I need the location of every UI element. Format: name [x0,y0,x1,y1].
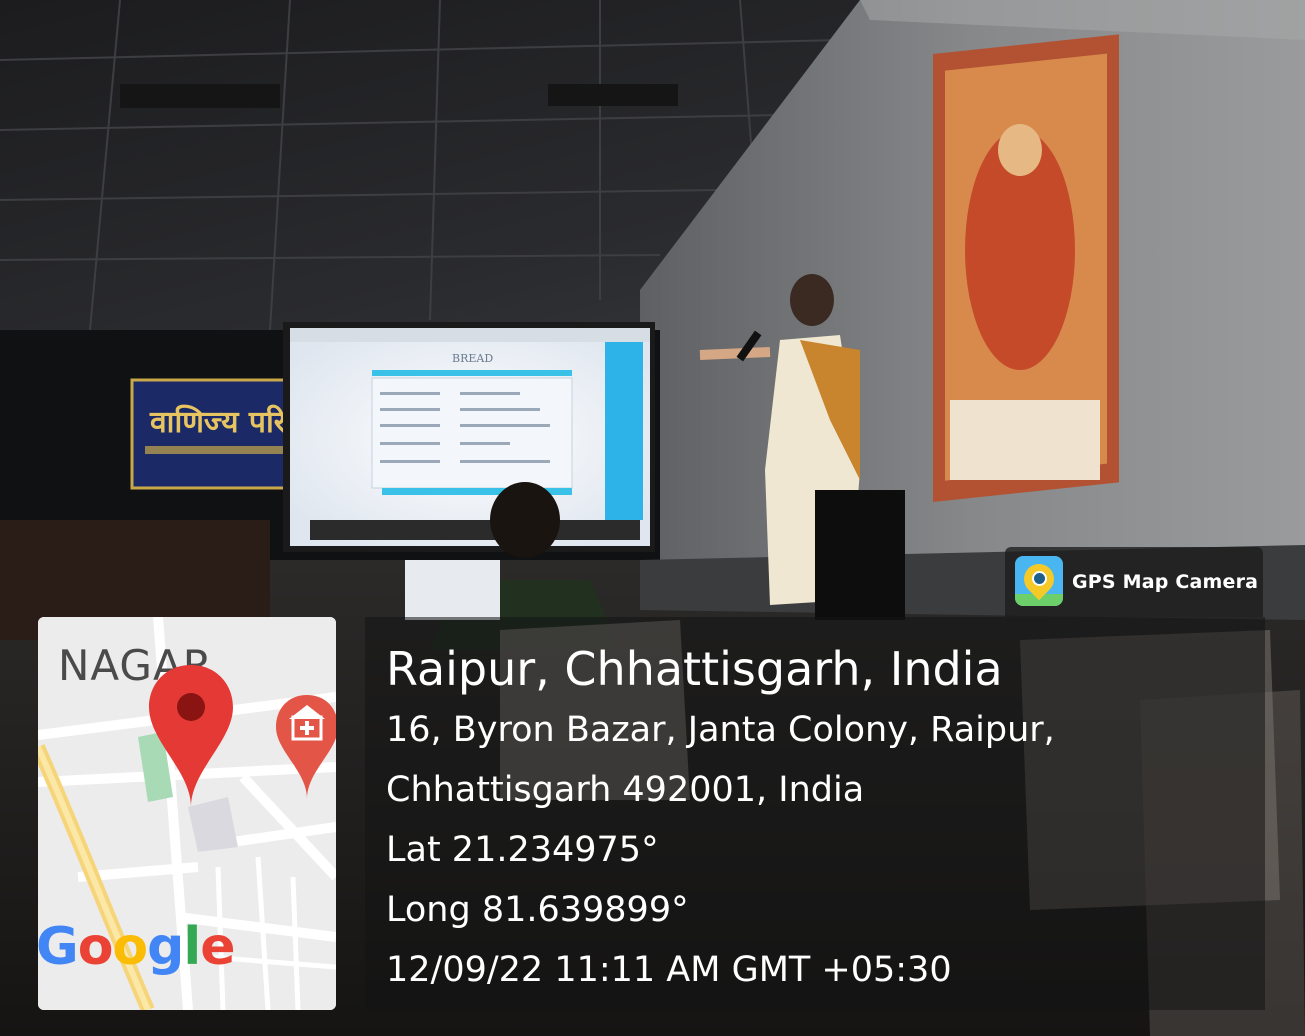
address-line-1: 16, Byron Bazar, Janta Colony, Raipur, [386,710,1055,750]
latitude: Lat 21.234975° [386,830,659,870]
google-logo-letter: o [77,917,114,977]
slide-title: BREAD [452,352,493,365]
google-logo-letter: e [200,917,235,977]
google-logo-letter: g [147,917,184,977]
banner-text: वाणिज्य परि [149,404,288,440]
timestamp: 12/09/22 11:11 AM GMT +05:30 [386,950,952,990]
map-thumbnail: NAGAR Google [38,617,336,1010]
hospital-icon [276,695,336,799]
longitude: Long 81.639899° [386,890,689,930]
gps-map-camera-app-icon [1015,556,1063,606]
map-pin-icon [149,665,233,807]
google-logo-letter: l [183,917,201,977]
brand-label: GPS Map Camera [1072,571,1259,593]
google-logo-letter: o [112,917,148,977]
gps-map-camera-badge: GPS Map Camera [1005,547,1263,617]
location-text: Raipur, Chhattisgarh, India 16, Byron Ba… [386,638,1055,1000]
city-heading: Raipur, Chhattisgarh, India [386,642,1003,696]
google-logo: Google [38,917,236,977]
google-logo-letter: G [38,917,79,977]
address-line-2: Chhattisgarh 492001, India [386,770,865,810]
